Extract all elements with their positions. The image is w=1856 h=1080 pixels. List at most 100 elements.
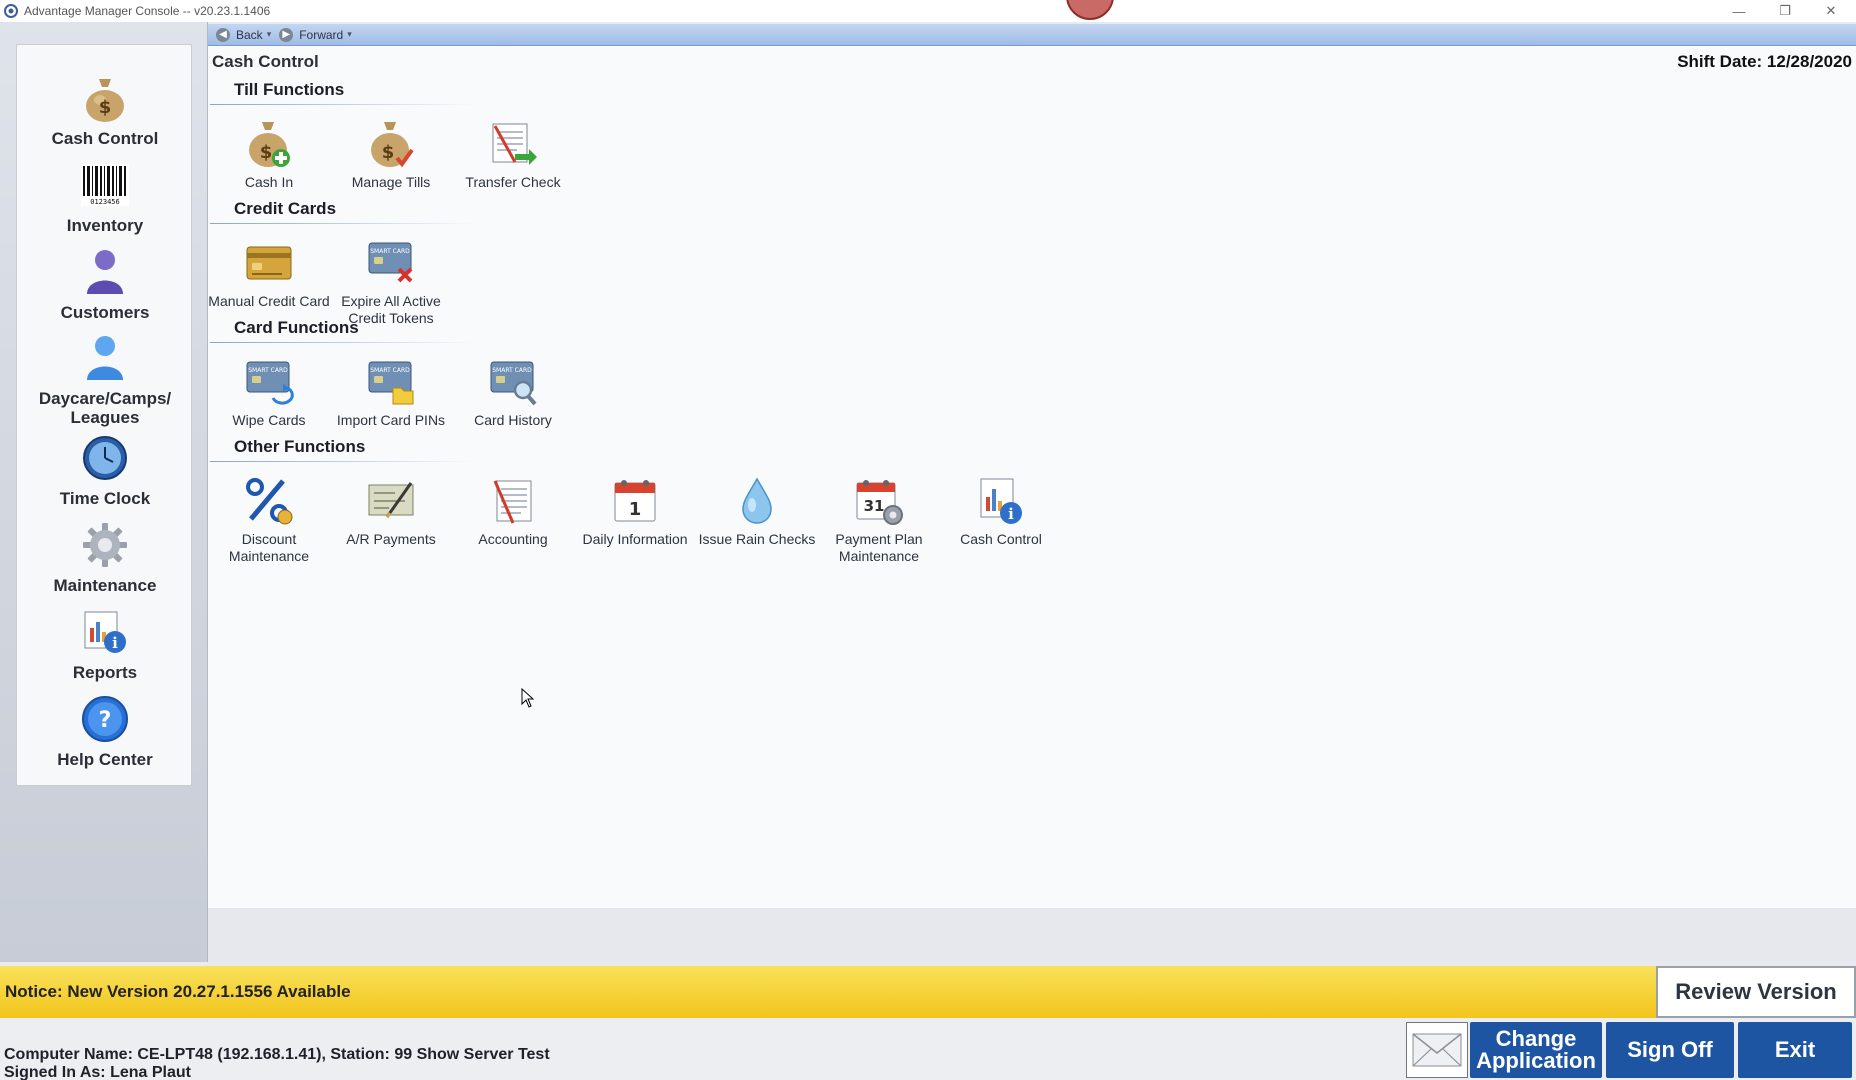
transfer-check-icon (487, 118, 539, 170)
tile-label: Accounting (478, 531, 548, 547)
tile-import-card-pins[interactable]: SMART CARD Import Card PINs (330, 356, 452, 429)
person-icon (80, 247, 130, 297)
svg-text:$: $ (260, 142, 273, 163)
sidebar-item-maintenance[interactable]: Maintenance (17, 518, 193, 604)
messages-button[interactable] (1406, 1022, 1468, 1078)
sidebar-item-label: Maintenance (53, 576, 157, 595)
credit-card-icon (243, 237, 295, 289)
forward-button[interactable]: ▶ Forward ▾ (279, 27, 352, 42)
clock-icon (80, 433, 130, 483)
tile-manual-credit-card[interactable]: Manual Credit Card (208, 237, 330, 310)
change-application-button[interactable]: Change Application (1470, 1022, 1602, 1078)
tile-card-history[interactable]: SMART CARD Card History (452, 356, 574, 429)
svg-text:SMART CARD: SMART CARD (248, 367, 288, 374)
record-button[interactable] (1066, 0, 1114, 20)
svg-text:SMART CARD: SMART CARD (492, 367, 532, 374)
tile-label: Cash In (244, 174, 294, 190)
check-pen-icon (365, 475, 417, 527)
calendar-gear-icon: 31 (853, 475, 905, 527)
review-version-button[interactable]: Review Version (1656, 966, 1856, 1018)
notice-text: Notice: New Version 20.27.1.1556 Availab… (5, 982, 351, 1001)
back-dropdown-icon[interactable]: ▾ (267, 29, 272, 40)
sidebar-item-daycare[interactable]: Daycare/Camps/ Leagues (17, 331, 193, 441)
sidebar: $ Cash Control 0123456 Inventory Custome… (16, 44, 192, 786)
mouse-cursor-icon (521, 688, 535, 708)
sidebar-item-reports[interactable]: i Reports (17, 605, 193, 691)
sidebar-item-time-clock[interactable]: Time Clock (17, 431, 193, 517)
signed-in-user: Signed In As: Lena Plaut (4, 1064, 191, 1080)
minimize-button[interactable]: — (1716, 0, 1762, 22)
report-info-icon: i (975, 475, 1027, 527)
tile-label: Manual Credit Card (208, 293, 330, 309)
section-card-functions: Card Functions (234, 318, 359, 337)
card-history-icon: SMART CARD (487, 356, 539, 408)
change-app-line2: Application (1476, 1048, 1596, 1073)
sidebar-panel: $ Cash Control 0123456 Inventory Custome… (0, 22, 208, 962)
svg-text:0123456: 0123456 (90, 198, 120, 206)
tile-label: Daily Information (582, 531, 688, 547)
cash-in-icon: $ (243, 118, 295, 170)
raindrop-icon (731, 475, 783, 527)
tile-label: Wipe Cards (232, 412, 306, 428)
sign-off-button[interactable]: Sign Off (1606, 1022, 1734, 1078)
sidebar-item-cash-control[interactable]: $ Cash Control (17, 71, 193, 157)
person-blue-icon (80, 333, 130, 383)
tile-expire-credit-tokens[interactable]: SMART CARD Expire All Active Credit Toke… (330, 237, 452, 327)
tile-label: Payment Plan Maintenance (835, 531, 923, 564)
update-notice: Notice: New Version 20.27.1.1556 Availab… (0, 966, 1656, 1018)
title-bar: Advantage Manager Console -- v20.23.1.14… (0, 0, 1856, 22)
svg-text:$: $ (382, 142, 395, 163)
manage-tills-icon: $ (365, 118, 417, 170)
back-button[interactable]: ◀ Back ▾ (216, 27, 272, 42)
back-arrow-icon: ◀ (216, 27, 230, 42)
gear-icon (80, 520, 130, 570)
import-card-icon: SMART CARD (365, 356, 417, 408)
sidebar-item-inventory[interactable]: 0123456 Inventory (17, 158, 193, 244)
computer-info: Computer Name: CE-LPT48 (192.168.1.41), … (4, 1046, 550, 1063)
svg-text:SMART CARD: SMART CARD (370, 248, 410, 255)
tile-daily-information[interactable]: 1 Daily Information (574, 475, 696, 548)
tile-accounting[interactable]: Accounting (452, 475, 574, 548)
tile-transfer-check[interactable]: Transfer Check (452, 118, 574, 191)
window-title: Advantage Manager Console -- v20.23.1.14… (24, 4, 271, 18)
close-button[interactable]: ✕ (1808, 0, 1854, 22)
sidebar-item-customers[interactable]: Customers (17, 245, 193, 331)
accounting-icon (487, 475, 539, 527)
tile-label: Discount Maintenance (228, 531, 310, 564)
tile-label: Card History (474, 412, 552, 428)
tile-label: A/R Payments (346, 531, 436, 547)
forward-label: Forward (299, 27, 344, 42)
main-footer-area (208, 908, 1856, 962)
expire-card-icon: SMART CARD (365, 237, 417, 289)
sidebar-item-label: Help Center (57, 750, 153, 769)
tile-label: Manage Tills (351, 174, 431, 190)
money-bag-icon: $ (80, 73, 130, 123)
main-content: Cash Control Shift Date: 12/28/2020 Till… (208, 46, 1856, 962)
tile-cash-control-report[interactable]: i Cash Control (940, 475, 1062, 548)
app-logo-icon (4, 4, 18, 18)
sidebar-item-help-center[interactable]: ? Help Center (17, 692, 193, 778)
svg-text:SMART CARD: SMART CARD (370, 367, 410, 374)
sidebar-item-label: Cash Control (51, 129, 159, 148)
tile-issue-rain-checks[interactable]: Issue Rain Checks (696, 475, 818, 548)
tile-label: Cash Control (960, 531, 1042, 547)
back-label: Back (236, 27, 263, 42)
tile-wipe-cards[interactable]: SMART CARD Wipe Cards (208, 356, 330, 429)
exit-button[interactable]: Exit (1738, 1022, 1852, 1078)
section-divider (210, 223, 476, 224)
percent-icon (243, 475, 295, 527)
navigation-bar: ◀ Back ▾ ▶ Forward ▾ (208, 24, 1856, 46)
mail-icon (1412, 1033, 1462, 1067)
sidebar-item-label: Customers (60, 303, 150, 322)
tile-payment-plan-maintenance[interactable]: 31 Payment Plan Maintenance (818, 475, 940, 565)
barcode-icon: 0123456 (80, 160, 130, 210)
forward-dropdown-icon[interactable]: ▾ (347, 29, 352, 40)
tile-cash-in[interactable]: $ Cash In (208, 118, 330, 191)
restore-button[interactable]: ❐ (1762, 0, 1808, 22)
sidebar-item-label: Daycare/Camps/ Leagues (38, 389, 172, 427)
shift-date: Shift Date: 12/28/2020 (1677, 52, 1852, 71)
forward-arrow-icon: ▶ (279, 27, 294, 42)
tile-manage-tills[interactable]: $ Manage Tills (330, 118, 452, 191)
tile-ar-payments[interactable]: A/R Payments (330, 475, 452, 548)
tile-discount-maintenance[interactable]: Discount Maintenance (208, 475, 330, 565)
